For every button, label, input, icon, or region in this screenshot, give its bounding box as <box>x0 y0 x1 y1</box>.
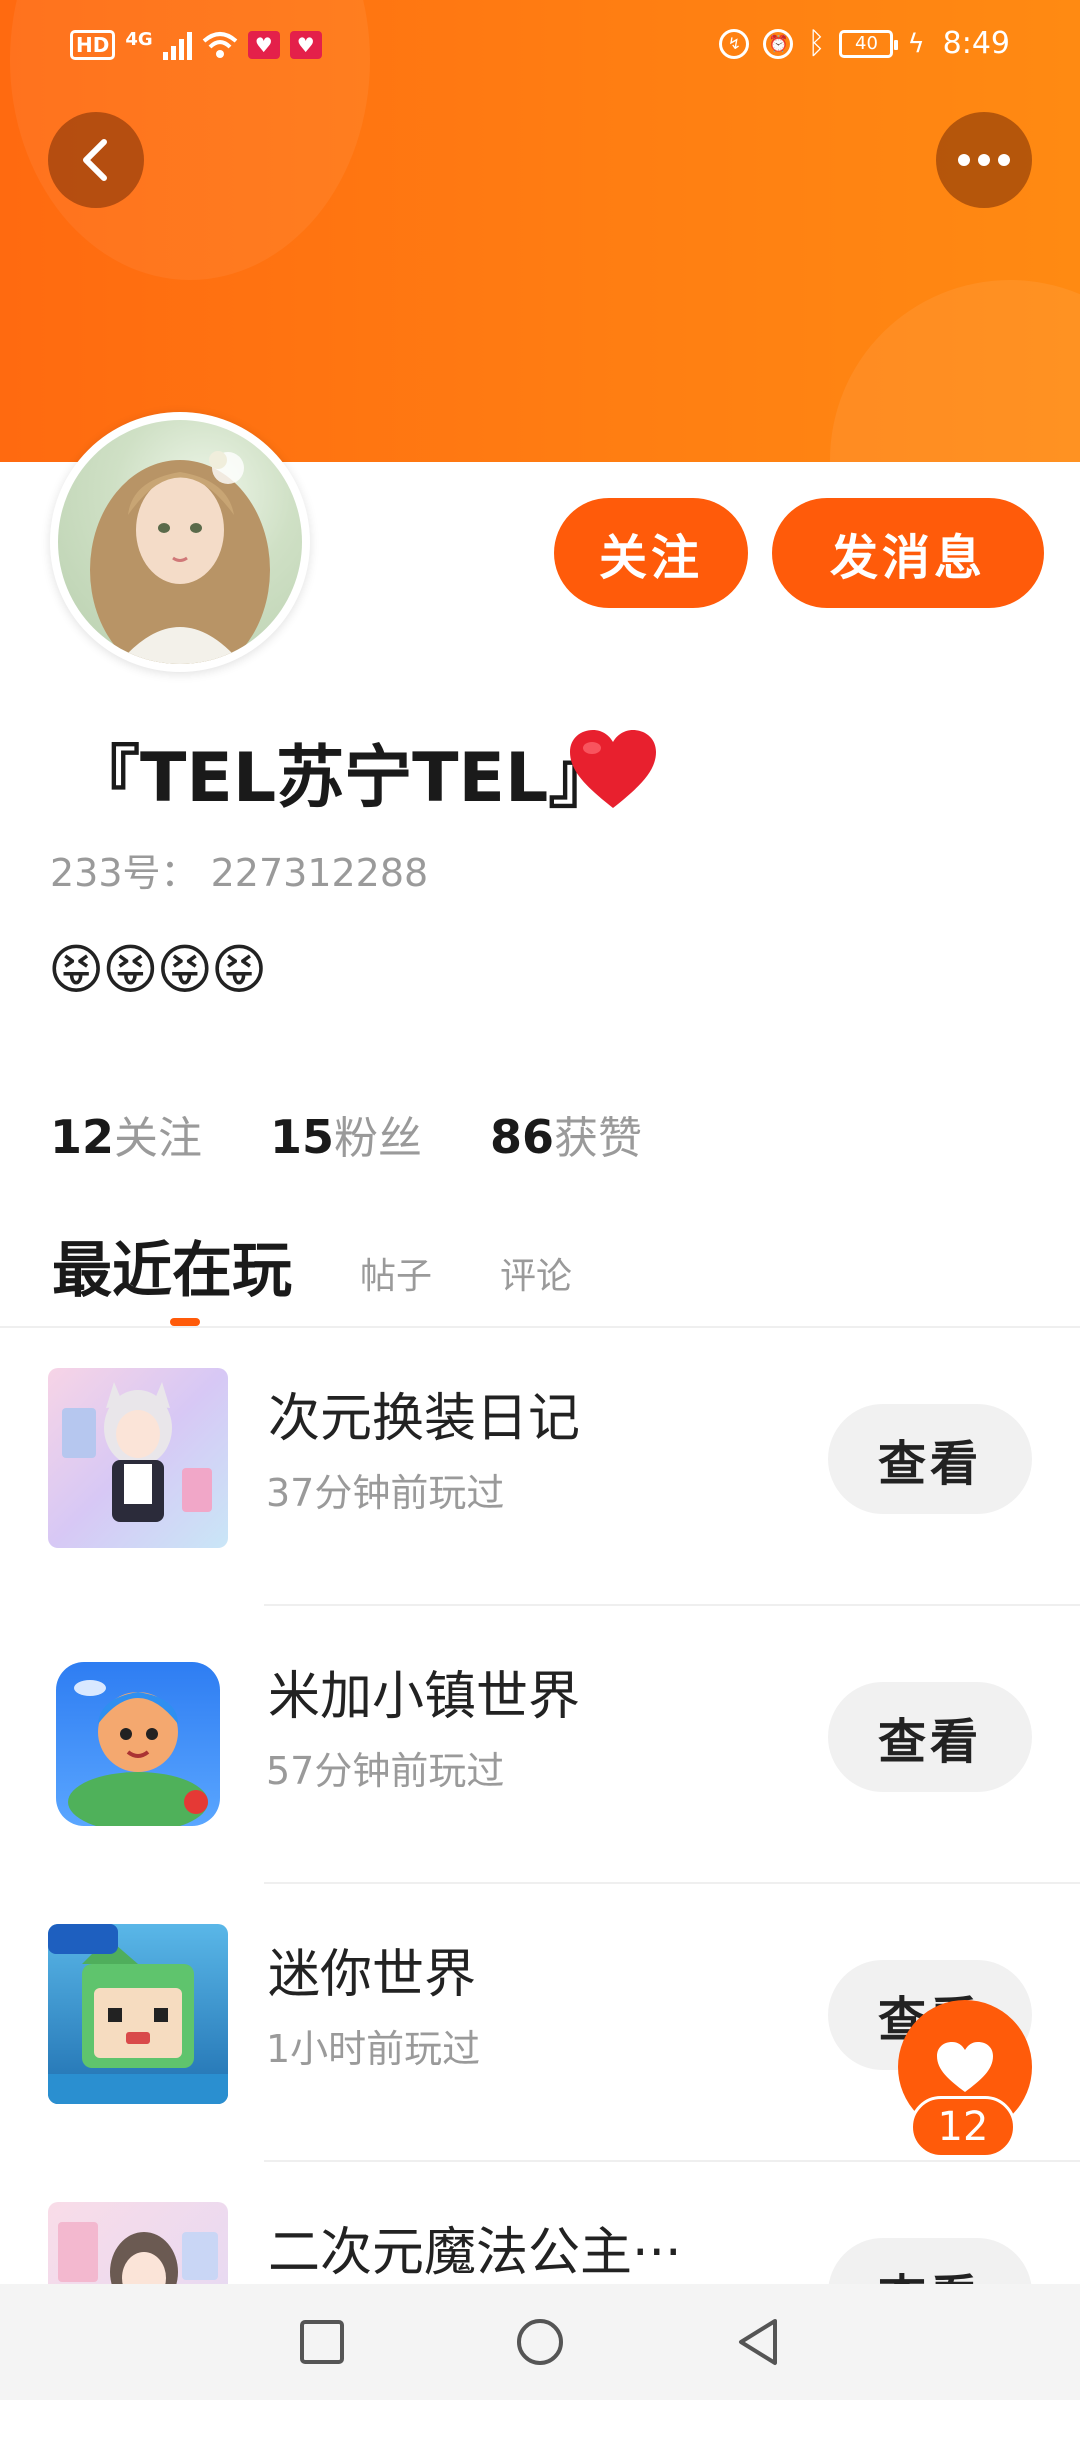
hd-indicator: HD <box>70 30 116 60</box>
stat-likes[interactable]: 86获赞 <box>490 1102 642 1166</box>
tab-comments[interactable]: 评论 <box>500 1247 572 1309</box>
tab-posts[interactable]: 帖子 <box>360 1247 432 1309</box>
signal-icon <box>162 30 192 60</box>
network-type: 4G <box>125 28 153 50</box>
more-dots-icon <box>958 154 1010 166</box>
game-icon <box>56 1662 220 1826</box>
charging-icon: ϟ <box>907 28 925 59</box>
status-left: HD 4G ♥ ♥ <box>70 28 322 60</box>
chevron-left-icon <box>83 139 107 181</box>
last-played-time: 1小时前玩过 <box>266 2027 481 2071</box>
data-saver-icon: ↯ <box>719 28 750 59</box>
like-count-badge: 12 <box>910 2096 1016 2158</box>
more-button[interactable] <box>936 112 1032 208</box>
tab-active-indicator <box>170 1318 200 1326</box>
game-list-item[interactable]: 米加小镇世界 57分钟前玩过 查看 <box>0 1606 1080 1884</box>
tab-recently-played[interactable]: 最近在玩 <box>52 1222 292 1309</box>
game-name: 迷你世界 <box>268 1945 477 2005</box>
game-name: 二次元魔法公主··· <box>268 2223 682 2283</box>
system-nav-bar <box>0 2284 1080 2400</box>
bluetooth-icon: ᛒ <box>807 26 826 61</box>
circle-icon[interactable] <box>515 2317 565 2367</box>
stat-label: 获赞 <box>554 1113 643 1164</box>
game-name: 次元换装日记 <box>268 1389 581 1449</box>
profile-tabs: 最近在玩 帖子 评论 <box>52 1222 640 1309</box>
avatar-image <box>58 420 302 664</box>
square-icon[interactable] <box>299 2319 345 2365</box>
user-signature: 😝😝😝😝 <box>48 938 267 1001</box>
app-notification-icon: ♥ <box>289 31 322 59</box>
last-played-time: 37分钟前玩过 <box>266 1471 505 1515</box>
stat-followers[interactable]: 15粉丝 <box>270 1102 422 1166</box>
stat-label: 粉丝 <box>334 1113 423 1164</box>
profile-stats: 12关注 15粉丝 86获赞 <box>50 1102 642 1166</box>
send-message-button[interactable]: 发消息 <box>772 498 1044 608</box>
heart-icon <box>937 2042 993 2092</box>
game-icon <box>48 1368 228 1548</box>
stat-number: 86 <box>490 1110 555 1164</box>
status-right: ↯ ⏰ ᛒ 40 ϟ 8:49 <box>719 26 1010 61</box>
banner-decoration <box>830 280 1080 462</box>
clock: 8:49 <box>942 26 1010 61</box>
game-name: 米加小镇世界 <box>268 1667 581 1727</box>
alarm-icon: ⏰ <box>763 28 794 59</box>
game-icon <box>48 1924 228 2104</box>
triangle-back-icon[interactable] <box>735 2317 781 2367</box>
stat-number: 15 <box>270 1110 335 1164</box>
stat-following[interactable]: 12关注 <box>50 1102 202 1166</box>
view-button[interactable]: 查看 <box>828 1682 1032 1792</box>
profile-banner: HD 4G ♥ ♥ ↯ ⏰ ᛒ 40 ϟ 8:49 <box>0 0 1080 462</box>
nickname: 『TEL苏宁TEL』 <box>72 739 617 818</box>
user-id: 233号： 227312288 <box>50 851 429 895</box>
app-notification-icon: ♥ <box>247 31 280 59</box>
stat-number: 12 <box>50 1110 115 1164</box>
stat-label: 关注 <box>114 1113 203 1164</box>
heart-emoji-icon <box>570 730 656 808</box>
view-button[interactable]: 查看 <box>828 1404 1032 1514</box>
battery-level: 40 <box>855 33 878 54</box>
wifi-icon <box>202 32 237 58</box>
battery-icon: 40 <box>839 29 899 58</box>
avatar[interactable] <box>50 412 310 672</box>
back-button[interactable] <box>48 112 144 208</box>
status-bar: HD 4G ♥ ♥ ↯ ⏰ ᛒ 40 ϟ 8:49 <box>0 0 1080 96</box>
follow-button[interactable]: 关注 <box>554 498 748 608</box>
game-list-item[interactable]: 次元换装日记 37分钟前玩过 查看 <box>0 1328 1080 1606</box>
last-played-time: 57分钟前玩过 <box>266 1749 505 1793</box>
